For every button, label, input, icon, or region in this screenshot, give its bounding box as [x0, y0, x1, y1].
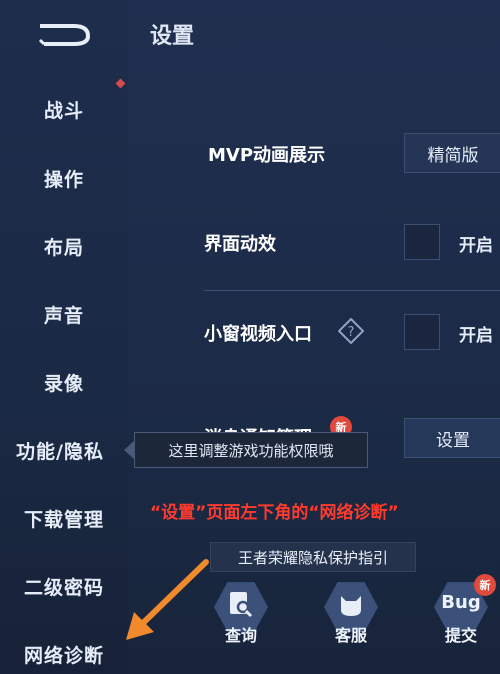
pointer-arrow — [126, 559, 209, 640]
